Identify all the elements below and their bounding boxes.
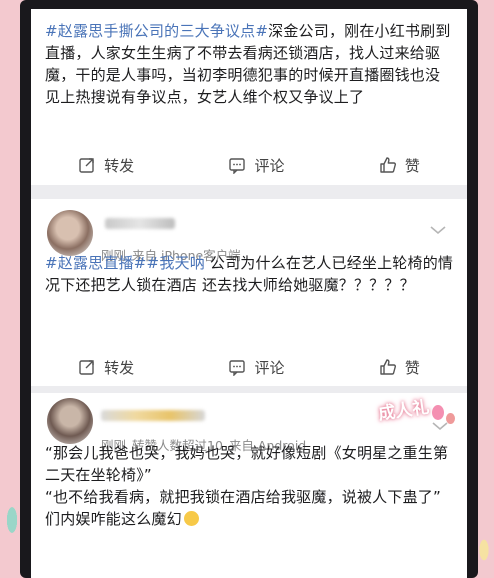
post-body: #赵露思手撕公司的三大争议点#深金公司，刚在小红书刷到直播，人家女生生病了不带去…: [45, 20, 455, 108]
repost-button[interactable]: 转发: [78, 357, 134, 378]
like-button[interactable]: 赞: [379, 155, 420, 176]
hashtag-link[interactable]: #我天呐: [147, 254, 205, 272]
post-body: #赵露思直播##我天呐 公司为什么在艺人已经坐上轮椅的情况下还把艺人锁在酒店 还…: [45, 252, 455, 296]
comment-button[interactable]: 评论: [228, 155, 285, 176]
quote-line-2: “也不给我看病，就把我锁在酒店给我驱魔，说被人下蛊了”: [45, 488, 441, 506]
comment-icon: [229, 360, 246, 376]
username-blurred[interactable]: [105, 218, 175, 229]
avatar[interactable]: [47, 398, 93, 444]
thumbs-up-icon: [380, 157, 396, 173]
comment-label: 评论: [254, 156, 285, 175]
repost-icon: [79, 360, 94, 375]
comment-button[interactable]: 评论: [228, 357, 285, 378]
post-card-3[interactable]: 刚刚 转赞人数超过10 来自 Android 成人礼 “那会儿我爸也哭，我妈也哭，就…: [31, 393, 467, 578]
hashtag-link[interactable]: #赵露思直播#: [45, 254, 147, 272]
post-body: “那会儿我爸也哭，我妈也哭，就好像短剧《女明星之重生第二天在坐轮椅》” “也不给…: [45, 442, 455, 530]
coming-of-age-badge: 成人礼: [377, 397, 431, 425]
like-button[interactable]: 赞: [379, 357, 420, 378]
repost-label: 转发: [104, 358, 135, 377]
comment-text: 们内娱咋能这么魔幻: [45, 510, 182, 528]
repost-icon: [79, 158, 94, 173]
like-label: 赞: [404, 156, 420, 175]
quote-line-1: “那会儿我爸也哭，我妈也哭，就好像短剧《女明星之重生第二天在坐轮椅》”: [45, 444, 449, 484]
flower-decoration: [476, 532, 492, 568]
action-bar: 转发 评论 赞: [31, 149, 467, 181]
like-label: 赞: [404, 358, 420, 377]
avatar[interactable]: [47, 210, 93, 256]
comment-label: 评论: [254, 358, 285, 377]
weibo-feed: #赵露思手撕公司的三大争议点#深金公司，刚在小红书刷到直播，人家女生生病了不带去…: [31, 9, 467, 578]
thumbs-up-icon: [380, 359, 396, 375]
action-bar: 转发 评论 赞: [31, 351, 467, 383]
repost-label: 转发: [104, 156, 135, 175]
post-card-1[interactable]: #赵露思手撕公司的三大争议点#深金公司，刚在小红书刷到直播，人家女生生病了不带去…: [31, 9, 467, 185]
post-card-2[interactable]: 刚刚 来自 iPhone客户端 #赵露思直播##我天呐 公司为什么在艺人已经坐上轮…: [31, 199, 467, 386]
chevron-down-icon[interactable]: [431, 421, 449, 431]
balloon-icon: [432, 405, 444, 420]
comment-icon: [229, 158, 246, 174]
hashtag-link[interactable]: #赵露思手撕公司的三大争议点#: [45, 22, 268, 40]
leaf-decoration: [4, 500, 20, 540]
username-blurred[interactable]: [101, 410, 205, 421]
chevron-down-icon[interactable]: [429, 225, 447, 235]
comment-line: 们内娱咋能这么魔幻: [45, 508, 455, 530]
face-with-sweat-icon: [183, 511, 199, 526]
repost-button[interactable]: 转发: [78, 155, 134, 176]
